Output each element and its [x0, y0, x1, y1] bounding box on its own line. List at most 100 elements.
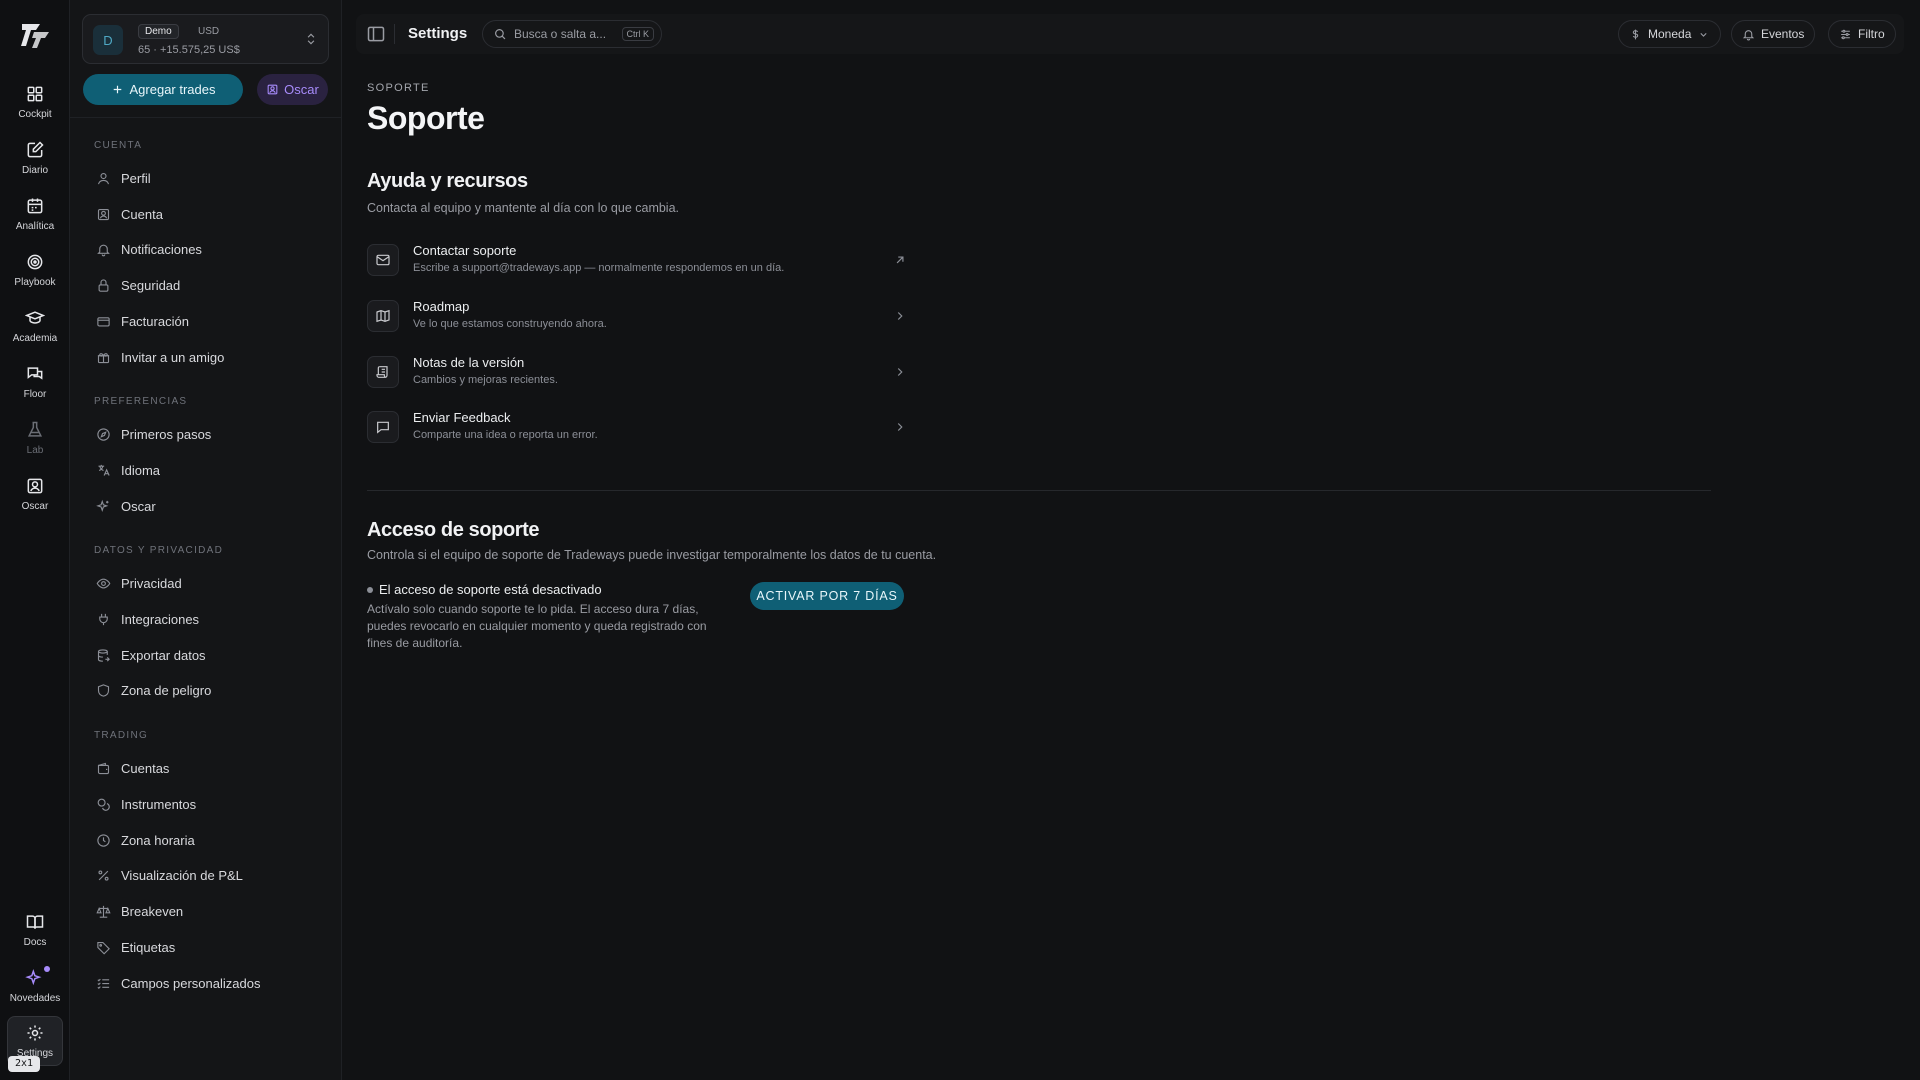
nav-item-instrumentos[interactable]: Instrumentos	[88, 790, 328, 818]
row-title: Roadmap	[413, 299, 470, 314]
rail-label: Floor	[23, 389, 47, 400]
icon-box	[367, 300, 399, 332]
flask-icon	[27, 421, 43, 437]
nav-item-seguridad[interactable]: Seguridad	[88, 271, 328, 299]
account-switcher[interactable]: D Demo USD 65 · +15.575,25 US$	[82, 14, 329, 64]
tradeways-logo[interactable]	[18, 18, 52, 52]
nav-item-idioma[interactable]: Idioma	[88, 456, 328, 484]
rail-item-analitica[interactable]: Analítica	[7, 190, 63, 240]
row-desc: Cambios y mejoras recientes.	[413, 374, 558, 386]
add-trades-label: Agregar trades	[129, 82, 216, 97]
rail-item-lab[interactable]: Lab	[7, 414, 63, 464]
chevron-right-icon	[897, 368, 903, 376]
nav-label: Privacidad	[121, 575, 182, 591]
rail-item-docs[interactable]: Docs	[7, 906, 63, 956]
row-desc: Escribe a support@tradeways.app — normal…	[413, 262, 785, 274]
account-avatar: D	[93, 25, 123, 55]
add-trades-button[interactable]: Agregar trades	[83, 74, 243, 105]
row-title: Notas de la versión	[413, 355, 525, 370]
help-subtitle: Contacta al equipo y mantente al día con…	[367, 201, 680, 215]
section-title-cuenta: CUENTA	[94, 140, 143, 151]
section-title-datos: DATOS Y PRIVACIDAD	[94, 545, 224, 556]
edit-icon	[27, 141, 44, 158]
user-square-icon	[267, 84, 278, 95]
nav-item-pnl[interactable]: Visualización de P&L	[88, 861, 328, 889]
activate-support-access-button[interactable]: ACTIVAR POR 7 DÍAS	[750, 582, 904, 610]
nav-label: Oscar	[121, 498, 156, 514]
nav-item-exportar[interactable]: Exportar datos	[88, 641, 328, 669]
filter-label: Filtro	[1858, 27, 1885, 41]
release-notes-row[interactable]: Notas de la versión Cambios y mejoras re…	[367, 350, 907, 394]
coins-icon	[97, 798, 110, 811]
translate-icon	[98, 464, 110, 476]
scale-icon	[96, 905, 111, 918]
nav-label: Integraciones	[121, 611, 200, 627]
sparkle-icon	[96, 499, 109, 512]
send-feedback-row[interactable]: Enviar Feedback Comparte una idea o repo…	[367, 405, 907, 449]
sparkle-icon	[25, 969, 42, 986]
nav-item-perfil[interactable]: Perfil	[88, 164, 328, 192]
eye-icon	[96, 578, 111, 588]
rail-label: Analítica	[15, 221, 55, 232]
rail-item-cockpit[interactable]: Cockpit	[7, 78, 63, 128]
contact-support-row[interactable]: Contactar soporte Escribe a support@trad…	[367, 238, 907, 282]
nav-label: Etiquetas	[121, 939, 176, 955]
roadmap-row[interactable]: Roadmap Ve lo que estamos construyendo a…	[367, 294, 907, 338]
section-title-preferencias: PREFERENCIAS	[94, 396, 188, 407]
nav-label: Exportar datos	[121, 647, 206, 663]
nav-item-cuenta[interactable]: Cuenta	[88, 200, 328, 228]
oscar-label: Oscar	[284, 82, 319, 97]
rail-item-novedades[interactable]: Novedades	[7, 962, 63, 1012]
database-export-icon	[97, 648, 110, 662]
main-content: SOPORTE Soporte Ayuda y recursos Contact…	[367, 0, 1711, 1080]
rail-item-diario[interactable]: Diario	[7, 134, 63, 184]
icon-box	[367, 356, 399, 388]
rail-item-floor[interactable]: Floor	[7, 358, 63, 408]
nav-item-oscar[interactable]: Oscar	[88, 492, 328, 520]
rail-label: Cockpit	[18, 109, 52, 120]
nav-item-zona-horaria[interactable]: Zona horaria	[88, 826, 328, 854]
clock-icon	[97, 833, 110, 847]
zoom-badge: 2x1	[8, 1056, 41, 1072]
list-checks-icon	[97, 978, 110, 989]
nav-item-primeros-pasos[interactable]: Primeros pasos	[88, 420, 328, 448]
nav-item-cuentas[interactable]: Cuentas	[88, 754, 328, 782]
row-title: Enviar Feedback	[413, 410, 511, 425]
rail-item-playbook[interactable]: Playbook	[7, 246, 63, 296]
sliders-icon	[1841, 29, 1850, 39]
nav-label: Cuenta	[121, 206, 163, 222]
status-text: El acceso de soporte está desactivado	[379, 582, 602, 597]
sidebar-divider	[70, 117, 342, 118]
rail-item-academia[interactable]: Academia	[7, 302, 63, 352]
events-button[interactable]: Eventos	[1731, 20, 1816, 48]
icon-box	[367, 411, 399, 443]
nav-item-etiquetas[interactable]: Etiquetas	[88, 933, 328, 961]
nav-item-zona-peligro[interactable]: Zona de peligro	[88, 676, 328, 704]
section-kicker: SOPORTE	[367, 82, 430, 94]
settings-sidebar: D Demo USD 65 · +15.575,25 US$ Agregar t…	[70, 0, 342, 1080]
nav-item-integraciones[interactable]: Integraciones	[88, 605, 328, 633]
nav-item-campos[interactable]: Campos personalizados	[88, 969, 328, 997]
rail-label: Oscar	[21, 501, 49, 512]
support-access-subtitle: Controla si el equipo de soporte de Trad…	[367, 548, 937, 562]
graduation-cap-icon	[25, 311, 45, 324]
icon-rail: Cockpit Diario Analítica Playbook Academ…	[0, 0, 70, 1080]
nav-label: Primeros pasos	[121, 426, 212, 442]
rail-item-oscar[interactable]: Oscar	[7, 470, 63, 520]
nav-item-facturacion[interactable]: Facturación	[88, 307, 328, 335]
nav-label: Zona horaria	[121, 832, 195, 848]
filter-button[interactable]: Filtro	[1828, 20, 1896, 48]
nav-item-invitar[interactable]: Invitar a un amigo	[88, 343, 328, 371]
chevron-right-icon	[897, 312, 903, 320]
grid-icon	[27, 86, 43, 102]
status-dot	[367, 586, 373, 593]
nav-label: Visualización de P&L	[121, 867, 243, 883]
nav-item-breakeven[interactable]: Breakeven	[88, 897, 328, 925]
nav-label: Notificaciones	[121, 241, 202, 257]
rail-label: Lab	[26, 445, 44, 456]
nav-item-privacidad[interactable]: Privacidad	[88, 569, 328, 597]
nav-label: Idioma	[121, 462, 161, 478]
nav-item-notificaciones[interactable]: Notificaciones	[88, 235, 328, 263]
oscar-button[interactable]: Oscar	[257, 74, 328, 105]
scroll-icon	[376, 366, 388, 378]
